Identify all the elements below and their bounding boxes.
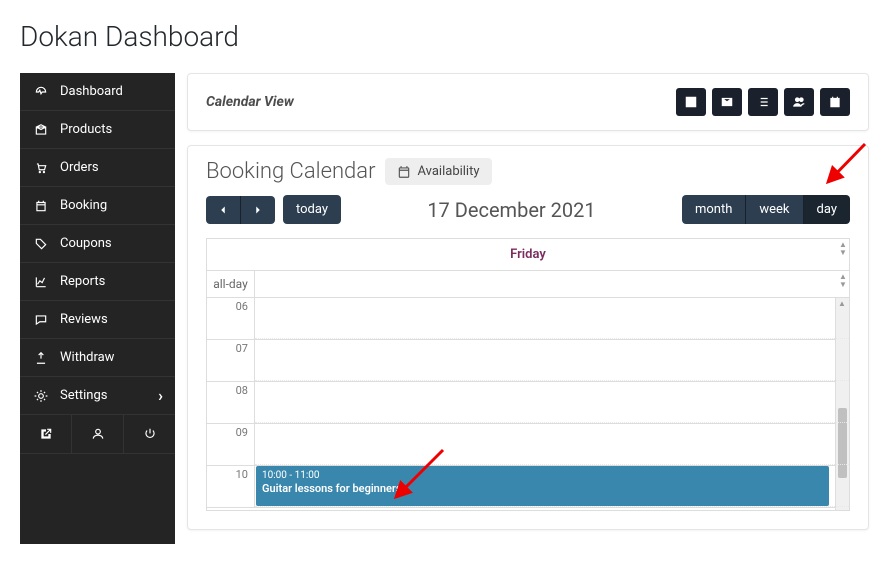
sidebar-item-label: Reports: [60, 274, 105, 289]
availability-button[interactable]: Availability: [385, 158, 491, 185]
sidebar-item-label: Products: [60, 122, 112, 137]
event-time: 10:00 - 11:00: [262, 469, 823, 482]
scroll-down-icon[interactable]: ▼: [837, 281, 849, 289]
main-content: Calendar View Booking Calendar Availabil…: [187, 73, 869, 544]
allday-label: all-day: [207, 271, 255, 297]
calendar-icon: [397, 165, 411, 179]
chevron-right-icon: [251, 203, 265, 217]
user-icon: [91, 427, 105, 441]
sidebar-item-reviews[interactable]: Reviews: [20, 301, 175, 339]
calendar-view-panel: Calendar View: [187, 73, 869, 131]
view-switcher: monthweekday: [682, 195, 850, 224]
chart-icon: [34, 275, 48, 289]
external-icon: [39, 427, 53, 441]
box-icon: [34, 123, 48, 137]
panel-actions: [676, 88, 850, 116]
calendar-grid: Friday ▲▼ all-day ▲▼ ▲ 060708091010:00 -…: [206, 238, 850, 511]
sidebar-item-dashboard[interactable]: Dashboard: [20, 73, 175, 111]
today-button[interactable]: today: [283, 195, 341, 224]
view-month-button[interactable]: month: [682, 195, 746, 224]
availability-label: Availability: [417, 164, 479, 179]
time-row-06[interactable]: 06: [207, 298, 849, 340]
time-row-09[interactable]: 09: [207, 424, 849, 466]
power-icon: [143, 427, 157, 441]
cart-icon: [34, 161, 48, 175]
page-title: Dokan Dashboard: [0, 0, 889, 73]
calendar-panel: Booking Calendar Availability today: [187, 145, 869, 530]
sidebar-item-label: Dashboard: [60, 84, 123, 99]
mail-icon: [720, 95, 734, 109]
sidebar-item-label: Orders: [60, 160, 99, 175]
list-action-button[interactable]: [748, 88, 778, 116]
calendar-action-button[interactable]: [820, 88, 850, 116]
panel-title: Calendar View: [206, 94, 294, 110]
user-button[interactable]: [72, 415, 124, 453]
view-day-button[interactable]: day: [804, 195, 850, 224]
calendar-date-title: 17 December 2021: [427, 198, 595, 222]
allday-body[interactable]: [255, 271, 849, 297]
chevron-left-icon: [216, 203, 230, 217]
calendar-icon: [828, 95, 842, 109]
time-label: 10: [207, 466, 255, 507]
edit-icon: [684, 95, 698, 109]
sidebar-item-coupons[interactable]: Coupons: [20, 225, 175, 263]
time-row-07[interactable]: 07: [207, 340, 849, 382]
calendar-event[interactable]: 10:00 - 11:00Guitar lessons for beginner…: [256, 466, 829, 506]
mail-action-button[interactable]: [712, 88, 742, 116]
sidebar: Dashboard Products Orders Booking Coupons Rep…: [20, 73, 175, 544]
time-label: 07: [207, 340, 255, 381]
next-button[interactable]: [241, 196, 275, 224]
sidebar-item-orders[interactable]: Orders: [20, 149, 175, 187]
sidebar-item-settings[interactable]: Settings: [20, 377, 175, 415]
time-grid[interactable]: ▲ 060708091010:00 - 11:00Guitar lessons …: [207, 298, 849, 510]
time-row-08[interactable]: 08: [207, 382, 849, 424]
calendar-heading: Booking Calendar: [206, 159, 375, 184]
prev-button[interactable]: [206, 196, 241, 224]
list-icon: [756, 95, 770, 109]
upload-icon: [34, 351, 48, 365]
sidebar-item-products[interactable]: Products: [20, 111, 175, 149]
gear-icon: [34, 389, 48, 403]
sidebar-item-label: Booking: [60, 198, 107, 213]
scroll-down-icon[interactable]: ▼: [837, 249, 849, 257]
calendar-nav-buttons: [206, 196, 275, 224]
sidebar-item-reports[interactable]: Reports: [20, 263, 175, 301]
tag-icon: [34, 237, 48, 251]
sidebar-item-booking[interactable]: Booking: [20, 187, 175, 225]
power-button[interactable]: [124, 415, 175, 453]
time-label: 09: [207, 424, 255, 465]
sidebar-item-label: Settings: [60, 388, 107, 403]
time-label: 06: [207, 298, 255, 339]
users-icon: [792, 95, 806, 109]
external-button[interactable]: [20, 415, 72, 453]
allday-row: all-day ▲▼: [207, 271, 849, 298]
day-header: Friday ▲▼: [207, 239, 849, 271]
time-label: 08: [207, 382, 255, 423]
sidebar-item-label: Withdraw: [60, 350, 114, 365]
users-action-button[interactable]: [784, 88, 814, 116]
comment-icon: [34, 313, 48, 327]
sidebar-item-withdraw[interactable]: Withdraw: [20, 339, 175, 377]
event-title: Guitar lessons for beginners: [262, 482, 823, 496]
dashboard-icon: [34, 85, 48, 99]
edit-action-button[interactable]: [676, 88, 706, 116]
sidebar-item-label: Coupons: [60, 236, 112, 251]
view-week-button[interactable]: week: [746, 195, 803, 224]
sidebar-item-label: Reviews: [60, 312, 108, 327]
calendar-icon: [34, 199, 48, 213]
